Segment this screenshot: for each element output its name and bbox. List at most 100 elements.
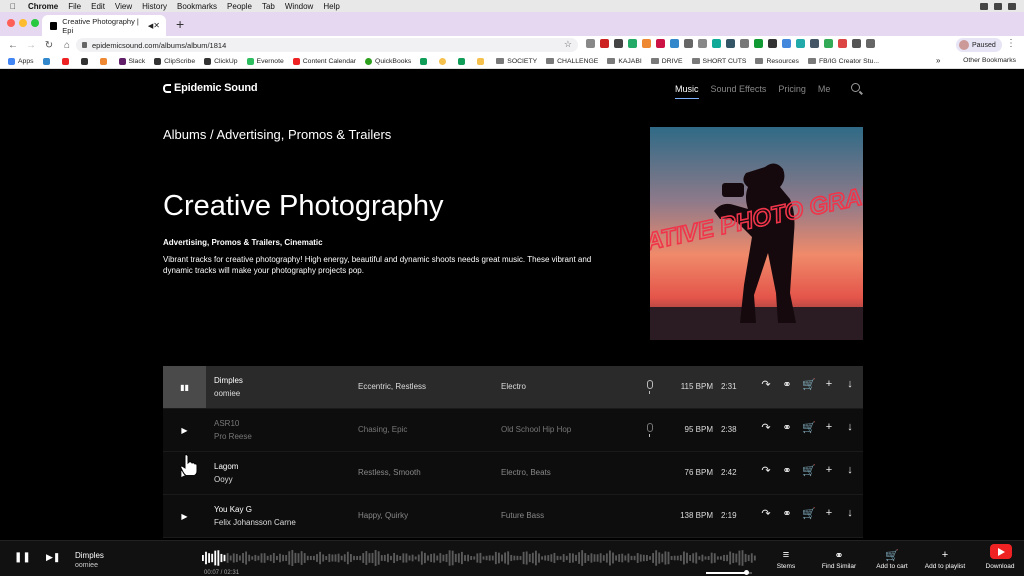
bookmark-challenge[interactable]: CHALLENGE bbox=[546, 58, 598, 65]
track-genres[interactable]: Old School Hip Hop bbox=[501, 425, 571, 434]
bookmark-other[interactable]: Other Bookmarks bbox=[963, 57, 1016, 64]
extension-icon[interactable] bbox=[782, 39, 791, 48]
extension-icon[interactable] bbox=[670, 39, 679, 48]
menu-app[interactable]: Chrome bbox=[28, 2, 58, 11]
extension-icon[interactable] bbox=[754, 39, 763, 48]
cart-icon[interactable]: 🛒 bbox=[802, 421, 816, 434]
extension-icon[interactable] bbox=[628, 39, 637, 48]
track-name[interactable]: Dimples bbox=[214, 376, 243, 385]
download-icon[interactable]: ↓ bbox=[844, 378, 856, 391]
track-row[interactable]: ▮▮ Dimples oomiee Eccentric, Restless El… bbox=[163, 366, 863, 409]
search-icon[interactable] bbox=[851, 83, 860, 92]
bookmark-kajabi[interactable]: KAJABI bbox=[607, 58, 642, 65]
menu-tab[interactable]: Tab bbox=[262, 2, 275, 11]
menu-edit[interactable]: Edit bbox=[91, 2, 105, 11]
bookmark-icon-only[interactable] bbox=[420, 57, 430, 65]
menu-window[interactable]: Window bbox=[285, 2, 313, 11]
bookmark-content-calendar[interactable]: Content Calendar bbox=[292, 57, 356, 65]
browser-tab[interactable]: Creative Photography | Epi ◀ ✕ bbox=[42, 15, 166, 36]
play-icon[interactable]: ▶ bbox=[163, 495, 206, 537]
track-genres[interactable]: Electro, Beats bbox=[501, 468, 551, 477]
cart-icon[interactable]: 🛒 bbox=[802, 378, 816, 391]
extension-icon[interactable] bbox=[740, 39, 749, 48]
cart-icon[interactable]: 🛒 bbox=[802, 507, 816, 520]
next-track-icon[interactable]: ▶❚ bbox=[46, 552, 60, 563]
track-genres[interactable]: Future Bass bbox=[501, 511, 544, 520]
track-name[interactable]: You Kay G bbox=[214, 505, 252, 514]
profile-button[interactable]: Paused bbox=[956, 38, 1002, 52]
add-to-playlist-button[interactable]: + Add to playlist bbox=[921, 549, 969, 570]
extension-icon[interactable] bbox=[768, 39, 777, 48]
bookmark-evernote[interactable]: Evernote bbox=[246, 57, 284, 65]
reload-icon[interactable]: ↻ bbox=[44, 40, 54, 51]
address-bar[interactable]: epidemicsound.com/albums/album/1814 ☆ bbox=[76, 38, 578, 52]
bookmarks-overflow-icon[interactable]: » bbox=[936, 56, 940, 65]
bookmark-short-cuts[interactable]: SHORT CUTS bbox=[691, 58, 746, 65]
menu-bookmarks[interactable]: Bookmarks bbox=[177, 2, 217, 11]
track-row[interactable]: ▶ Lagom Ooyy Restless, Smooth Electro, B… bbox=[163, 452, 863, 495]
track-artist[interactable]: Pro Reese bbox=[214, 432, 252, 441]
find-similar-icon[interactable]: ⚭ bbox=[781, 507, 793, 520]
status-icon[interactable] bbox=[1008, 2, 1016, 10]
extension-icon[interactable] bbox=[726, 39, 735, 48]
extension-icon[interactable] bbox=[796, 39, 805, 48]
tab-close-icon[interactable]: ✕ bbox=[153, 21, 160, 30]
track-moods[interactable]: Happy, Quirky bbox=[358, 511, 408, 520]
bookmark-fb-ig[interactable]: FB/IG Creator Stu... bbox=[807, 58, 879, 65]
add-icon[interactable]: + bbox=[823, 464, 835, 477]
bookmark-apps[interactable]: Apps bbox=[8, 57, 34, 65]
status-icon[interactable] bbox=[994, 2, 1002, 10]
extension-icon[interactable] bbox=[642, 39, 651, 48]
extension-icon[interactable] bbox=[810, 39, 819, 48]
download-icon[interactable]: ↓ bbox=[844, 507, 856, 520]
nav-pricing[interactable]: Pricing bbox=[778, 84, 806, 99]
status-icon[interactable] bbox=[980, 2, 988, 10]
nav-music[interactable]: Music bbox=[675, 84, 699, 99]
extension-icon[interactable] bbox=[656, 39, 665, 48]
menu-people[interactable]: People bbox=[227, 2, 252, 11]
player-artist[interactable]: oomiee bbox=[75, 562, 98, 569]
forward-icon[interactable]: → bbox=[26, 40, 36, 51]
bookmark-clickup[interactable]: ClickUp bbox=[204, 57, 238, 65]
bookmark-icon-only[interactable] bbox=[439, 57, 449, 65]
download-icon[interactable]: ↓ bbox=[844, 421, 856, 434]
track-genres[interactable]: Electro bbox=[501, 382, 526, 391]
track-row[interactable]: ▶ You Kay G Felix Johansson Carne Happy,… bbox=[163, 495, 863, 538]
find-similar-icon[interactable]: ⚭ bbox=[781, 421, 793, 434]
track-artist[interactable]: Ooyy bbox=[214, 475, 233, 484]
add-icon[interactable]: + bbox=[823, 421, 835, 434]
track-moods[interactable]: Restless, Smooth bbox=[358, 468, 421, 477]
close-window-icon[interactable] bbox=[7, 19, 15, 27]
stems-button[interactable]: ≡ Stems bbox=[774, 549, 798, 570]
extension-icon[interactable] bbox=[866, 39, 875, 48]
site-logo[interactable]: Epidemic Sound bbox=[163, 82, 258, 94]
bookmark-drive[interactable]: DRIVE bbox=[650, 58, 683, 65]
apple-icon[interactable]:  bbox=[10, 2, 16, 11]
play-icon[interactable]: ▶ bbox=[163, 409, 206, 451]
bookmark-icon-only[interactable] bbox=[477, 57, 487, 65]
extension-icon[interactable] bbox=[684, 39, 693, 48]
breadcrumb[interactable]: Albums / Advertising, Promos & Trailers bbox=[163, 127, 391, 142]
menu-file[interactable]: File bbox=[68, 2, 81, 11]
bookmark-icon-only[interactable] bbox=[42, 57, 53, 65]
add-to-cart-button[interactable]: 🛒 Add to cart bbox=[872, 549, 912, 570]
extension-icon[interactable] bbox=[586, 39, 595, 48]
waveform-scrubber[interactable] bbox=[202, 549, 757, 567]
download-button[interactable]: Download bbox=[982, 563, 1018, 570]
chrome-menu-icon[interactable]: ⋮ bbox=[1006, 38, 1016, 49]
nav-sound-effects[interactable]: Sound Effects bbox=[711, 84, 767, 99]
extension-icon[interactable] bbox=[838, 39, 847, 48]
bookmark-resources[interactable]: Resources bbox=[755, 58, 799, 65]
add-icon[interactable]: + bbox=[823, 507, 835, 520]
add-icon[interactable]: + bbox=[823, 378, 835, 391]
home-icon[interactable]: ⌂ bbox=[62, 40, 72, 51]
track-name[interactable]: Lagom bbox=[214, 462, 238, 471]
share-icon[interactable]: ↷ bbox=[760, 464, 772, 477]
play-icon[interactable]: ▮▮ bbox=[163, 366, 206, 408]
nav-me[interactable]: Me bbox=[818, 84, 831, 99]
share-icon[interactable]: ↷ bbox=[760, 421, 772, 434]
track-moods[interactable]: Eccentric, Restless bbox=[358, 382, 426, 391]
bookmark-icon-only[interactable] bbox=[80, 57, 91, 65]
menu-help[interactable]: Help bbox=[323, 2, 339, 11]
volume-slider[interactable] bbox=[706, 570, 752, 575]
